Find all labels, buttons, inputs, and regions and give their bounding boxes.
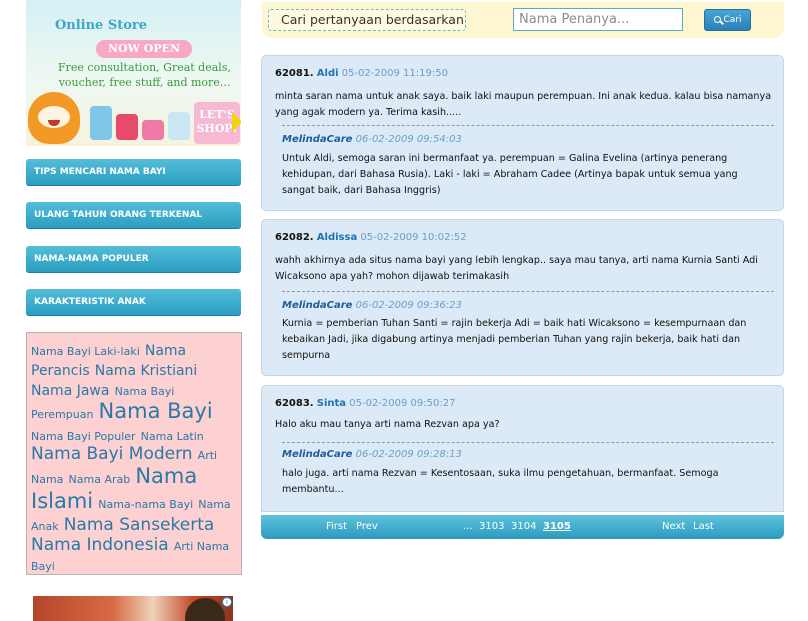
question-header: 62081. Aldi 05-02-2009 11:19:50	[275, 68, 448, 79]
pager-first-link[interactable]: First	[326, 521, 347, 532]
tag-link[interactable]: Nama Sansekerta	[64, 515, 215, 535]
question-card: 62082. Aldissa 05-02-2009 10:02:52 wahh …	[261, 219, 784, 376]
nav-nama-nama-populer[interactable]: NAMA-NAMA POPULER	[26, 246, 241, 273]
tag-link[interactable]: Nama Bayi Laki-laki	[31, 345, 140, 358]
asker-name-search-input[interactable]	[513, 8, 683, 31]
search-button-label: Cari	[723, 15, 742, 25]
reply-date: 06-02-2009 09:54:03	[355, 134, 462, 145]
search-icon	[713, 16, 721, 23]
reply-divider	[282, 442, 774, 443]
tag-link[interactable]: Nama Bayi Populer	[31, 430, 136, 443]
question-header: 62083. Sinta 05-02-2009 09:50:27	[275, 398, 455, 409]
tag-link[interactable]: Nama Bayi Modern	[31, 444, 193, 464]
pager-page-3103[interactable]: 3103	[479, 521, 504, 532]
reply-author: MelindaCare	[282, 449, 353, 460]
nav-ulang-tahun-orang-terkenal[interactable]: ULANG TAHUN ORANG TERKENAL	[26, 202, 241, 229]
reply-text: Kurnia = pemberian Tuhan Santi = rajin b…	[282, 318, 747, 361]
reply-header: MelindaCare 06-02-2009 09:28:13	[282, 449, 462, 460]
reply-text: halo juga. arti nama Rezvan = Kesentosaa…	[282, 468, 719, 495]
reply-author: MelindaCare	[282, 134, 353, 145]
nav-tips-mencari-nama-bayi[interactable]: TIPS MENCARI NAMA BAYI	[26, 159, 241, 186]
question-text: Halo aku mau tanya arti nama Rezvan apa …	[275, 419, 500, 430]
question-text: wahh akhirnya ada situs nama bayi yang l…	[275, 255, 758, 282]
question-header: 62082. Aldissa 05-02-2009 10:02:52	[275, 232, 467, 243]
ad-avatar-icon	[185, 598, 225, 621]
question-card: 62081. Aldi 05-02-2009 11:19:50 minta sa…	[261, 55, 784, 211]
search-bar: Cari pertanyaan berdasarkan Cari	[262, 2, 784, 38]
tag-link[interactable]: Nama-nama Bayi	[98, 498, 193, 511]
pagination: First Prev ... 3103 3104 3105 Next Last	[261, 515, 784, 539]
ad-info-icon[interactable]: i	[222, 597, 232, 607]
nav-karakteristik-anak[interactable]: KARAKTERISTIK ANAK	[26, 289, 241, 316]
tiger-mascot-icon	[28, 92, 80, 144]
reply-header: MelindaCare 06-02-2009 09:36:23	[282, 300, 462, 311]
asker-name-link[interactable]: Aldi	[317, 68, 339, 79]
banner-text: Free consultation, Great deals, voucher,…	[58, 61, 231, 89]
lets-shop-button[interactable]: LET'S SHOP!	[194, 102, 241, 144]
tag-link[interactable]: Nama Bayi	[99, 399, 213, 423]
search-button[interactable]: Cari	[704, 9, 751, 31]
question-number: 62082.	[275, 232, 314, 243]
online-store-banner[interactable]: Online Store NOW OPEN Free consultation,…	[26, 0, 241, 146]
question-number: 62081.	[275, 68, 314, 79]
bottom-ad-image[interactable]: i	[33, 596, 233, 621]
question-number: 62083.	[275, 398, 314, 409]
reply-header: MelindaCare 06-02-2009 09:54:03	[282, 134, 462, 145]
tag-link[interactable]: Nama Latin	[141, 430, 204, 443]
asker-name-link[interactable]: Aldissa	[317, 232, 357, 243]
reply-divider	[282, 291, 774, 292]
pager-last-link[interactable]: Last	[693, 521, 714, 532]
pager-ellipsis: ...	[463, 521, 473, 532]
banner-title: Online Store	[54, 18, 148, 33]
tag-link[interactable]: Nama Arab	[69, 473, 131, 486]
question-date: 05-02-2009 09:50:27	[349, 398, 456, 409]
question-card: 62083. Sinta 05-02-2009 09:50:27 Halo ak…	[261, 385, 784, 512]
banner-now-open-badge: NOW OPEN	[96, 40, 192, 58]
reply-date: 06-02-2009 09:28:13	[355, 449, 462, 460]
asker-name-link[interactable]: Sinta	[317, 398, 346, 409]
tag-link[interactable]: Nama Jawa	[31, 383, 109, 399]
pager-prev-link[interactable]: Prev	[356, 521, 378, 532]
question-date: 05-02-2009 11:19:50	[341, 68, 448, 79]
pager-page-3104[interactable]: 3104	[511, 521, 536, 532]
search-label: Cari pertanyaan berdasarkan	[268, 9, 466, 31]
question-date: 05-02-2009 10:02:52	[360, 232, 467, 243]
baby-products-illustration	[88, 100, 192, 140]
pager-next-link[interactable]: Next	[662, 521, 685, 532]
tag-cloud: Nama Bayi Laki-laki Nama Perancis Nama K…	[26, 332, 242, 575]
reply-date: 06-02-2009 09:36:23	[355, 300, 462, 311]
reply-text: Untuk Aldi, semoga saran ini bermanfaat …	[282, 153, 738, 196]
question-text: minta saran nama untuk anak saya. baik l…	[275, 91, 772, 118]
reply-author: MelindaCare	[282, 300, 353, 311]
pager-current-page[interactable]: 3105	[543, 521, 571, 532]
reply-divider	[282, 125, 774, 126]
tag-link[interactable]: Nama Kristiani	[95, 363, 198, 379]
tag-link[interactable]: Nama Indonesia	[31, 535, 169, 555]
